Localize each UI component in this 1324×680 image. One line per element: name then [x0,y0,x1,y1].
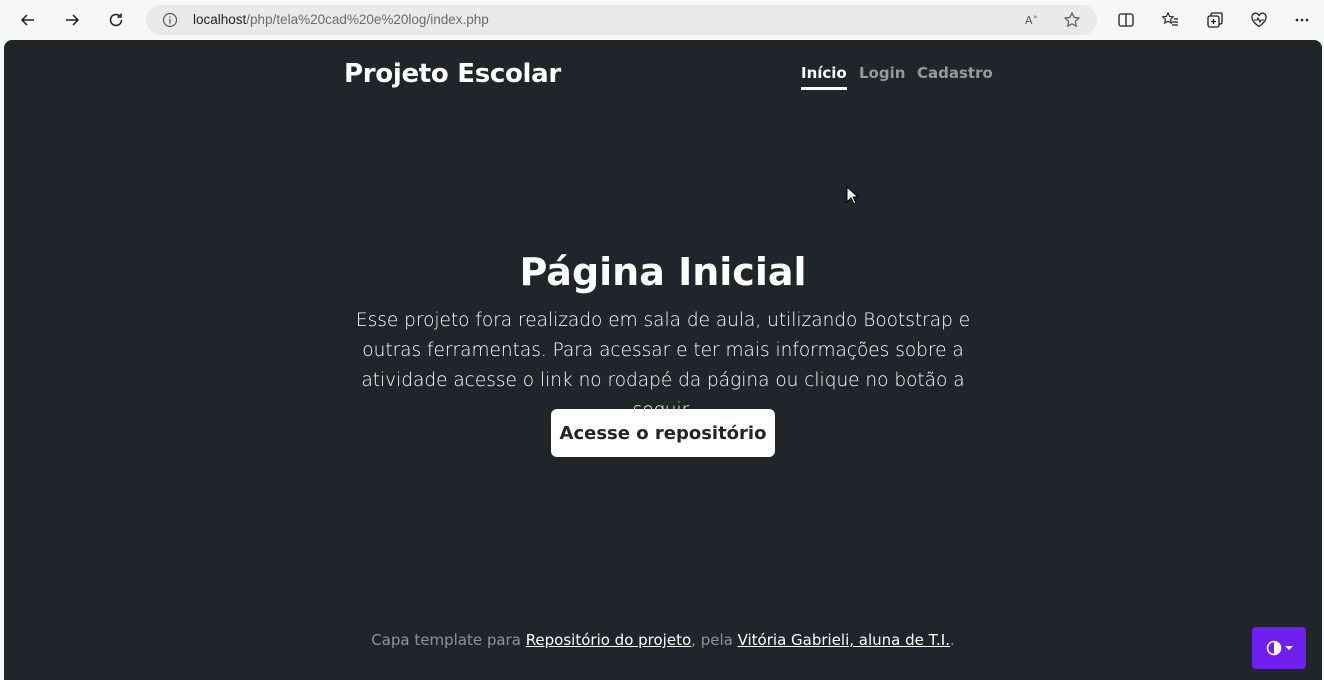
svg-text:»: » [1033,13,1037,21]
url-text[interactable]: localhost/php/tela%20cad%20e%20log/index… [193,12,489,27]
url-path: /php/tela%20cad%20e%20log/index.php [246,12,489,27]
address-bar[interactable]: localhost/php/tela%20cad%20e%20log/index… [146,5,1097,35]
refresh-button[interactable] [100,4,132,36]
arrow-right-icon [66,14,80,26]
info-icon[interactable] [162,12,178,28]
nav-link-inicio[interactable]: Início [801,64,847,90]
forward-button[interactable] [56,4,88,36]
browser-toolbar: localhost/php/tela%20cad%20e%20log/index… [0,0,1324,40]
caret-down-icon [1284,646,1293,650]
refresh-icon [109,13,123,27]
back-button[interactable] [12,4,44,36]
split-screen-icon [1118,13,1134,27]
collections-button[interactable] [1205,10,1225,30]
footer-middle: , pela [691,631,738,649]
repository-button[interactable]: Acesse o repositório [551,409,775,457]
heart-pulse-icon [1251,12,1267,28]
svg-text:A: A [1025,14,1033,27]
mouse-cursor-icon [846,186,860,205]
collections-icon [1207,12,1223,28]
page-viewport: Projeto Escolar Início Login Cadastro Pá… [4,40,1322,680]
favorites-list-icon [1161,11,1178,26]
theme-toggle-button[interactable] [1252,627,1306,669]
more-dots-icon [1295,18,1309,22]
browser-essentials-button[interactable] [1249,10,1269,30]
split-screen-button[interactable] [1116,10,1136,30]
arrow-left-icon [20,14,34,26]
favorites-button[interactable] [1160,10,1180,30]
page-title: Página Inicial [519,250,807,294]
footer-suffix: . [950,631,955,649]
url-host: localhost [193,12,247,27]
repository-link[interactable]: Repositório do projeto [526,631,691,649]
brand-title: Projeto Escolar [344,59,561,89]
settings-menu-button[interactable] [1292,10,1312,30]
footer-prefix: Capa template para [371,631,526,649]
author-link[interactable]: Vitória Gabrieli, aluna de T.I. [738,631,950,649]
hero-description: Esse projeto fora realizado em sala de a… [355,310,971,421]
favorite-star-icon[interactable] [1063,11,1081,29]
nav-link-login[interactable]: Login [859,64,905,87]
half-circle-contrast-icon [1266,640,1281,656]
nav-link-cadastro[interactable]: Cadastro [917,64,993,87]
read-aloud-icon[interactable]: A» [1023,11,1041,29]
footer-text: Capa template para Repositório do projet… [4,631,1322,649]
